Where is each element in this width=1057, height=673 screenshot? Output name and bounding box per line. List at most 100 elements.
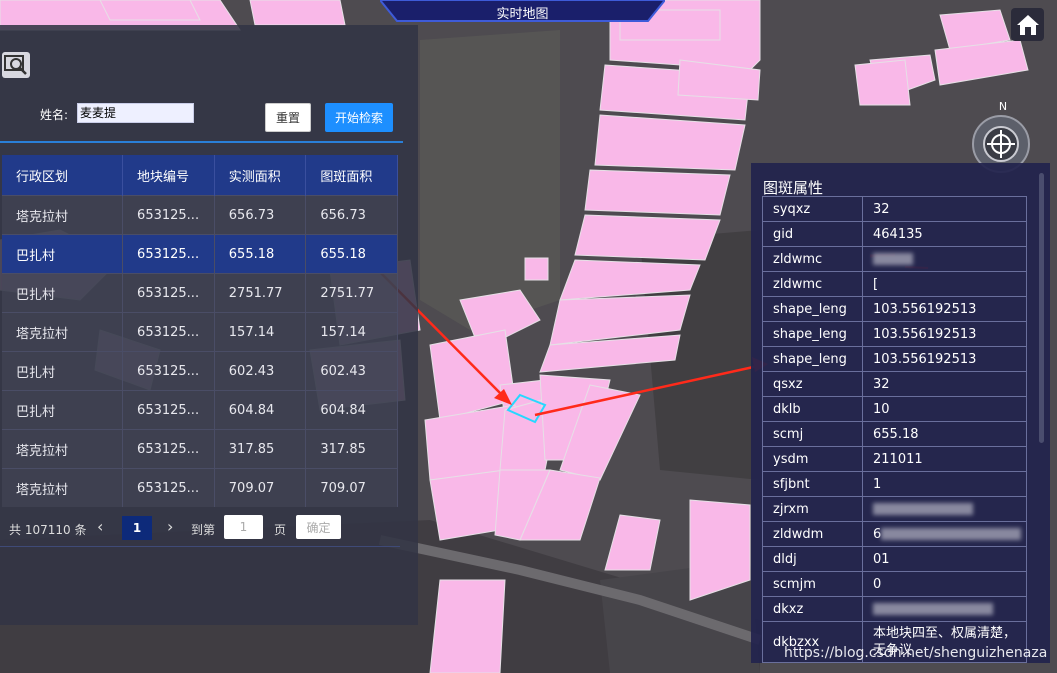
table-cell: 塔克拉村 [2,312,124,352]
prev-page-button[interactable]: ‹ [97,517,103,536]
attribute-value-text: 103.556192513 [873,301,977,317]
attribute-row: qsxz 32 [762,371,1027,397]
attribute-row: shape_leng 103.556192513 [762,296,1027,322]
attribute-key: shape_leng [762,346,863,372]
table-row[interactable]: 巴扎村 653125... 602.43 602.43 [2,351,398,391]
attribute-value-text: 0 [873,576,882,592]
table-cell: 2751.77 [305,273,398,313]
goto-page-input[interactable]: 1 [224,515,263,539]
table-cell: 656.73 [305,195,398,235]
table-cell: 巴扎村 [2,273,124,313]
table-cell: 602.43 [214,351,307,391]
attribute-panel-title: 图斑属性 [763,179,824,197]
attribute-value: 32 [862,196,1027,222]
column-header[interactable]: 行政区划 [2,155,124,196]
attribute-value: 211011 [862,446,1027,472]
name-label: 姓名: [40,108,69,122]
name-input[interactable]: 麦麦提 [77,103,194,123]
attribute-value-text: [ [873,276,879,292]
search-button[interactable]: 开始检索 [325,103,393,132]
page-suffix: 页 [274,523,287,537]
table-row[interactable]: 巴扎村 653125... 655.18 655.18 [2,234,398,274]
attribute-key: scmj [762,421,863,447]
attribute-row: ysdm 211011 [762,446,1027,472]
search-toggle-icon[interactable] [2,52,30,78]
table-cell: 巴扎村 [2,351,124,391]
table-cell: 653125... [122,312,215,352]
redacted-value [881,528,1022,540]
table-cell: 653125... [122,351,215,391]
table-row[interactable]: 巴扎村 653125... 2751.77 2751.77 [2,273,398,313]
attribute-value-text: 464135 [873,226,923,242]
attribute-value: 103.556192513 [862,346,1027,372]
watermark: https://blog.csdn.net/shenguizhenaza [784,645,1048,661]
divider [0,141,403,143]
table-cell: 157.14 [305,312,398,352]
table-header-row: 行政区划 地块编号 实测面积 图斑面积 [2,155,398,196]
table-row[interactable]: 塔克拉村 653125... 157.14 157.14 [2,312,398,352]
attribute-value: 32 [862,371,1027,397]
attribute-value [862,246,1027,272]
attribute-value: 464135 [862,221,1027,247]
attribute-value-text: 103.556192513 [873,326,977,342]
table-cell: 巴扎村 [2,234,124,274]
table-row[interactable]: 塔克拉村 653125... 317.85 317.85 [2,429,398,469]
compass-north-label: N [999,100,1007,113]
attribute-row: zldwdm 6 [762,521,1027,547]
scrollbar[interactable] [1039,173,1044,443]
attribute-value: 0 [862,571,1027,597]
attribute-value: 655.18 [862,421,1027,447]
table-cell: 604.84 [214,390,307,430]
attribute-value-text: 32 [873,376,890,392]
table-cell: 塔克拉村 [2,429,124,469]
attribute-row: zjrxm [762,496,1027,522]
column-header[interactable]: 实测面积 [214,155,307,196]
attribute-row: sfjbnt 1 [762,471,1027,497]
home-icon [1016,14,1039,35]
next-page-button[interactable]: › [167,517,173,536]
reset-button[interactable]: 重置 [265,103,311,132]
attribute-value: 103.556192513 [862,321,1027,347]
table-cell: 604.84 [305,390,398,430]
attribute-value: 103.556192513 [862,296,1027,322]
attribute-key: scmjm [762,571,863,597]
table-cell: 656.73 [214,195,307,235]
table-row[interactable]: 塔克拉村 653125... 656.73 656.73 [2,195,398,235]
table-row[interactable]: 巴扎村 653125... 604.84 604.84 [2,390,398,430]
attribute-value-text: 6 [873,526,882,542]
attribute-key: sfjbnt [762,471,863,497]
table-cell: 653125... [122,273,215,313]
table-row[interactable]: 塔克拉村 653125... 709.07 709.07 [2,468,398,507]
attribute-value-text: 103.556192513 [873,351,977,367]
map-title: 实时地图 [496,7,549,22]
attribute-value-text: 1 [873,476,882,492]
table-cell: 317.85 [305,429,398,469]
attribute-value: [ [862,271,1027,297]
attribute-value [862,496,1027,522]
attribute-row: scmj 655.18 [762,421,1027,447]
table-cell: 塔克拉村 [2,468,124,507]
column-header[interactable]: 地块编号 [122,155,215,196]
current-page[interactable]: 1 [122,516,152,540]
attribute-row: dklb 10 [762,396,1027,422]
attribute-value: 1 [862,471,1027,497]
attribute-row: dkxz [762,596,1027,622]
table-cell: 653125... [122,234,215,274]
attribute-key: gid [762,221,863,247]
table-cell: 塔克拉村 [2,195,124,235]
attribute-row: gid 464135 [762,221,1027,247]
column-header[interactable]: 图斑面积 [305,155,398,196]
attribute-row: zldwmc [ [762,271,1027,297]
table-cell: 655.18 [305,234,398,274]
attribute-value [862,596,1027,622]
home-button[interactable] [1011,8,1044,41]
table-cell: 巴扎村 [2,390,124,430]
attribute-value-text: 10 [873,401,890,417]
attribute-value: 01 [862,546,1027,572]
goto-ok-button[interactable]: 确定 [296,515,341,539]
attribute-key: shape_leng [762,321,863,347]
attribute-key: dklb [762,396,863,422]
attribute-key: zldwmc [762,271,863,297]
attribute-key: zldwmc [762,246,863,272]
attribute-row: shape_leng 103.556192513 [762,321,1027,347]
